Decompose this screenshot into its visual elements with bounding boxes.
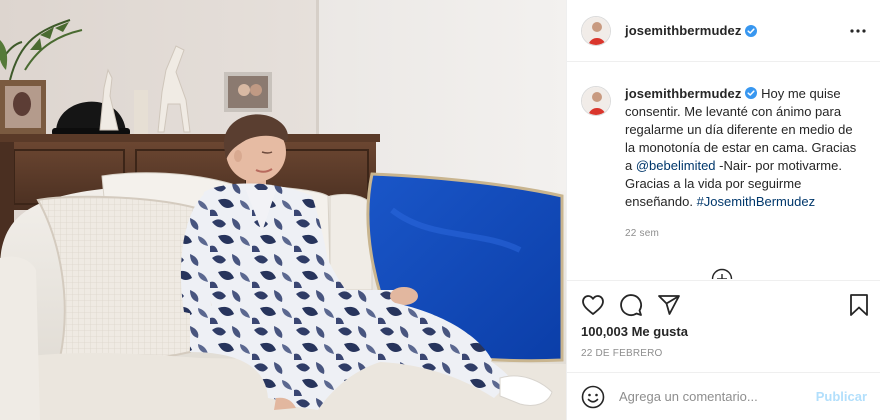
likes-count[interactable]: 100,003 Me gusta [581, 324, 688, 339]
post-header: josemithbermudez [567, 0, 880, 62]
post-photo[interactable] [0, 0, 566, 420]
hashtag-link[interactable]: #JosemithBermudez [697, 194, 816, 209]
comment-input[interactable] [619, 389, 816, 404]
comment-bubble-icon[interactable] [619, 293, 643, 317]
more-options-icon[interactable] [849, 22, 867, 40]
bookmark-icon[interactable] [847, 293, 871, 317]
load-more-comments-icon[interactable] [711, 268, 733, 279]
post-comment-button[interactable]: Publicar [816, 389, 867, 404]
emoji-smile-icon[interactable] [581, 385, 605, 409]
post-actions [567, 280, 880, 326]
caption-text: josemithbermudez Hoy me quise consentir.… [625, 85, 857, 243]
verified-badge-icon [745, 87, 758, 99]
post-date: 22 DE FEBRERO [581, 348, 663, 359]
mention-link[interactable]: @bebelimited [636, 158, 716, 173]
add-comment-form: Publicar [567, 372, 880, 420]
post-image [0, 0, 566, 420]
paper-plane-icon[interactable] [657, 293, 681, 317]
caption: josemithbermudez Hoy me quise consentir.… [581, 85, 857, 243]
avatar[interactable] [581, 15, 611, 46]
caption-username[interactable]: josemithbermudez [625, 86, 741, 101]
comments-section: josemithbermudez Hoy me quise consentir.… [567, 63, 880, 279]
avatar-image [582, 16, 610, 45]
username[interactable]: josemithbermudez [625, 23, 741, 38]
avatar-image [582, 87, 610, 115]
heart-icon[interactable] [581, 293, 605, 317]
post-sidebar: josemithbermudez josemithbermudez Hoy me… [566, 0, 880, 420]
caption-avatar[interactable] [581, 86, 611, 116]
caption-time-ago: 22 sem [625, 228, 659, 239]
verified-badge-icon [745, 24, 758, 37]
